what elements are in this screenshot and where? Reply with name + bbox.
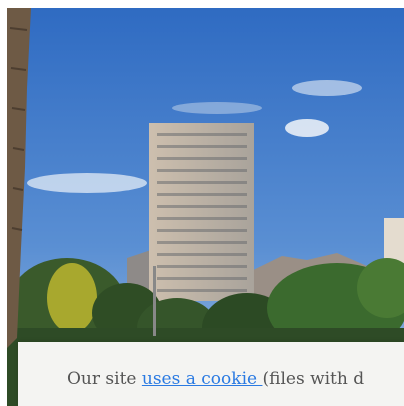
cloud [285,119,329,137]
cookie-text-prefix: Our site [67,369,142,389]
lamp-post [153,266,156,336]
cloud [292,80,362,96]
cookie-policy-link[interactable]: uses a cookie [142,369,263,389]
cloud [27,173,147,193]
tree [47,263,97,333]
tower [149,123,254,301]
cookie-banner: Our site uses a cookie (files with d [18,342,404,406]
cloud [172,102,262,114]
page: Our site uses a cookie (files with d [0,0,404,406]
cookie-notice-text: Our site uses a cookie (files with d [67,369,364,389]
cookie-text-suffix: (files with d [262,369,365,389]
